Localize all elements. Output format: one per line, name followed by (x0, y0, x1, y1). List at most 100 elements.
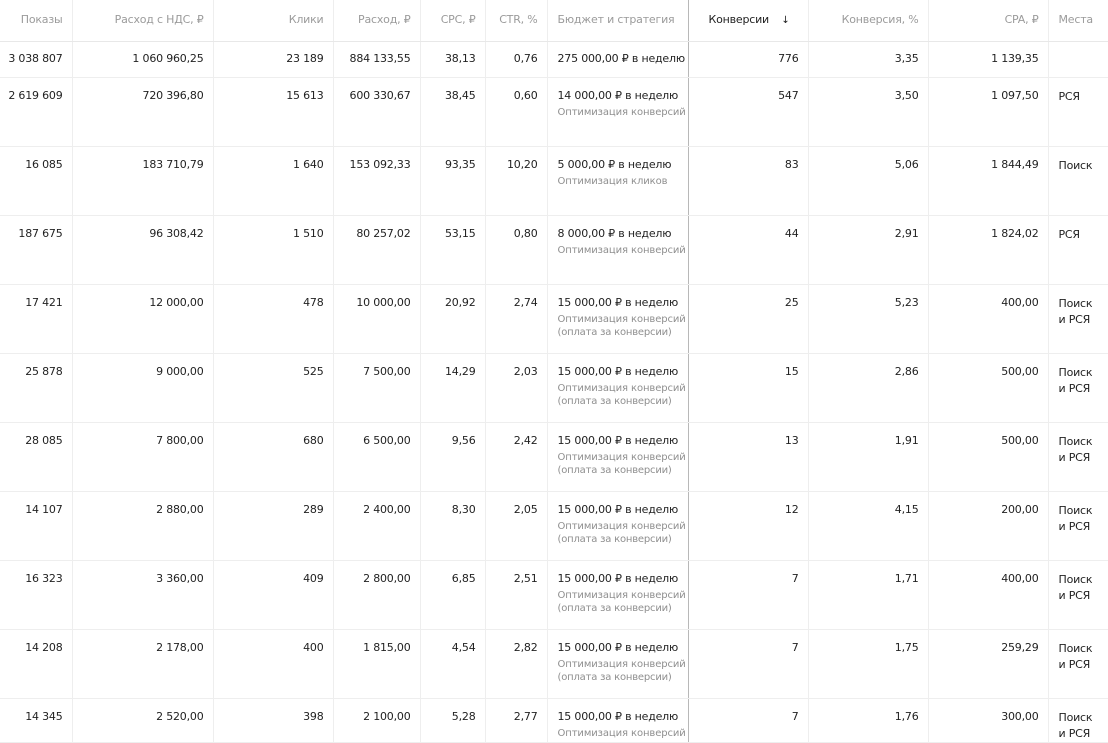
cell-places: Поиск (1047, 146, 1108, 216)
column-header-ctr[interactable]: CTR, % (485, 0, 548, 42)
strategy-name: Оптимизация конверсий (557, 107, 686, 118)
budget-amount[interactable]: 15 000,00 ₽ в неделю (558, 641, 688, 655)
column-header-conversion-rate[interactable]: Конверсия, % (808, 0, 929, 42)
cell-cpa: 400,00 (928, 284, 1049, 354)
cell-ctr: 2,82 (485, 629, 548, 699)
cell-ctr: 2,03 (485, 353, 548, 423)
cell-conversion-rate: 3,50 (808, 77, 929, 147)
cell-conversions: 13 (688, 422, 809, 492)
cell-places: РСЯ (1047, 77, 1108, 147)
cell-conversion-rate: 5,06 (808, 146, 929, 216)
cell-cost-vat: 9 000,00 (72, 353, 214, 423)
budget-amount[interactable]: 15 000,00 ₽ в неделю (558, 503, 688, 517)
total-clicks: 23 189 (213, 41, 334, 78)
cell-cost: 2 800,00 (333, 560, 421, 630)
cell-cpc: 6,85 (420, 560, 486, 630)
places-line-1: Поиск (1058, 711, 1093, 724)
budget-amount[interactable]: 15 000,00 ₽ в неделю (558, 572, 688, 586)
column-header-conversions[interactable]: Конверсии ↓ (688, 0, 809, 42)
cell-budget-strategy: 15 000,00 ₽ в неделю Оптимизация конверси… (547, 353, 689, 423)
cell-conversions: 7 (688, 698, 809, 743)
table-row[interactable]: 25 878 9 000,00 525 7 500,00 14,29 2,03 15 000… (0, 353, 1108, 423)
cell-ctr: 2,51 (485, 560, 548, 630)
table-row[interactable]: 14 107 2 880,00 289 2 400,00 8,30 2,05 15 000,… (0, 491, 1108, 561)
cell-conversion-rate: 5,23 (808, 284, 929, 354)
cell-cpa: 259,29 (928, 629, 1049, 699)
cell-cost-vat: 12 000,00 (72, 284, 214, 354)
strategy-note: (оплата за конверсии) (557, 465, 672, 476)
places-line-2: и РСЯ (1058, 382, 1091, 395)
places-line-2: и РСЯ (1058, 589, 1091, 602)
table-row[interactable]: 28 085 7 800,00 680 6 500,00 9,56 2,42 15 000,… (0, 422, 1108, 492)
budget-amount[interactable]: 15 000,00 ₽ в неделю (558, 434, 688, 448)
cell-clicks: 478 (213, 284, 334, 354)
cell-cpc: 14,29 (420, 353, 486, 423)
column-header-cost[interactable]: Расход, ₽ (333, 0, 421, 42)
cell-places: Поиск и РСЯ (1047, 491, 1108, 561)
cell-cost-vat: 183 710,79 (72, 146, 214, 216)
places-line-1: Поиск (1058, 504, 1093, 517)
budget-amount[interactable]: 15 000,00 ₽ в неделю (558, 296, 688, 310)
cell-budget-strategy: 15 000,00 ₽ в неделю Оптимизация конверси… (547, 491, 689, 561)
table-row[interactable]: 17 421 12 000,00 478 10 000,00 20,92 2,74 15 0… (0, 284, 1108, 354)
budget-amount[interactable]: 14 000,00 ₽ в неделю (558, 89, 688, 103)
cell-places: Поиск и РСЯ (1047, 353, 1108, 423)
cell-conversion-rate: 4,15 (808, 491, 929, 561)
table-row[interactable]: 14 208 2 178,00 400 1 815,00 4,54 2,82 15 000,… (0, 629, 1108, 699)
total-places (1048, 41, 1108, 78)
total-conversion-rate: 3,35 (808, 41, 929, 78)
cell-cpa: 400,00 (928, 560, 1049, 630)
sort-descending-icon[interactable]: ↓ (781, 15, 798, 26)
column-header-places[interactable]: Места (1048, 0, 1108, 42)
strategy-name: Оптимизация конверсий (557, 590, 686, 601)
cell-clicks: 1 640 (213, 146, 334, 216)
table-row[interactable]: 16 323 3 360,00 409 2 800,00 6,85 2,51 15 000,… (0, 560, 1108, 630)
cell-places: Поиск и РСЯ (1047, 560, 1108, 630)
cell-budget-strategy: 5 000,00 ₽ в неделю Оптимизация кликов (547, 146, 689, 216)
cell-clicks: 15 613 (213, 77, 334, 147)
totals-row: 3 038 807 1 060 960,25 23 189 884 133,55… (0, 41, 1108, 78)
table-row[interactable]: 187 675 96 308,42 1 510 80 257,02 53,15 0,80 8… (0, 215, 1108, 285)
places-line-1: Поиск (1058, 435, 1093, 448)
cell-clicks: 1 510 (213, 215, 334, 285)
cell-ctr: 2,77 (485, 698, 548, 743)
column-header-cpa[interactable]: CPA, ₽ (928, 0, 1049, 42)
cell-impressions: 14 345 (0, 698, 73, 743)
total-budget: 275 000,00 ₽ в неделю (547, 41, 689, 78)
cell-cost: 153 092,33 (333, 146, 421, 216)
cell-impressions: 187 675 (0, 215, 73, 285)
cell-cpc: 38,45 (420, 77, 486, 147)
cell-conversions: 25 (688, 284, 809, 354)
cell-impressions: 28 085 (0, 422, 73, 492)
cell-clicks: 398 (213, 698, 334, 743)
places-line-2: и РСЯ (1058, 451, 1091, 464)
cell-places: РСЯ (1047, 215, 1108, 285)
budget-amount[interactable]: 15 000,00 ₽ в неделю (558, 365, 688, 379)
column-header-budget[interactable]: Бюджет и стратегия (547, 0, 689, 42)
budget-amount[interactable]: 8 000,00 ₽ в неделю (558, 227, 688, 241)
places-line-2: и РСЯ (1058, 727, 1091, 740)
cell-cost: 600 330,67 (333, 77, 421, 147)
cell-places: Поиск и РСЯ (1047, 422, 1108, 492)
column-header-cost-vat[interactable]: Расход с НДС, ₽ (72, 0, 214, 42)
cell-conversions: 547 (688, 77, 809, 147)
cell-cost-vat: 2 520,00 (72, 698, 214, 743)
cell-cost: 80 257,02 (333, 215, 421, 285)
table-row[interactable]: 14 345 2 520,00 398 2 100,00 5,28 2,77 15 000,… (0, 698, 1108, 743)
cell-cost-vat: 96 308,42 (72, 215, 214, 285)
table-row[interactable]: 16 085 183 710,79 1 640 153 092,33 93,35 10,2… (0, 146, 1108, 216)
cell-places: Поиск и РСЯ (1047, 698, 1108, 743)
table-header-row: Показы Расход с НДС, ₽ Клики Расход, ₽ C… (0, 0, 1108, 42)
places-line-2: и РСЯ (1058, 520, 1091, 533)
cell-cost-vat: 3 360,00 (72, 560, 214, 630)
cell-cpa: 300,00 (928, 698, 1049, 743)
column-header-cpc[interactable]: CPC, ₽ (420, 0, 486, 42)
budget-amount[interactable]: 15 000,00 ₽ в неделю (558, 710, 688, 724)
column-header-clicks[interactable]: Клики (213, 0, 334, 42)
strategy-note: (оплата за конверсии) (557, 534, 672, 545)
budget-amount[interactable]: 5 000,00 ₽ в неделю (558, 158, 688, 172)
column-header-impressions[interactable]: Показы (0, 0, 73, 42)
table-row[interactable]: 2 619 609 720 396,80 15 613 600 330,67 38,45… (0, 77, 1108, 147)
cell-cpa: 500,00 (928, 353, 1049, 423)
strategy-name: Оптимизация конверсий (557, 728, 686, 739)
